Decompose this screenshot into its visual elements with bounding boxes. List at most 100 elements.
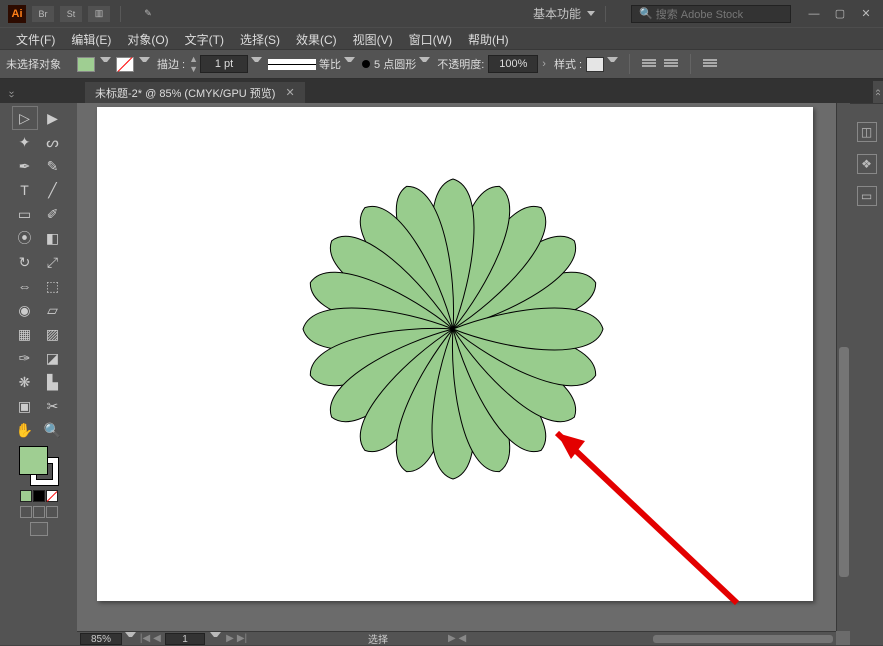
artboard-number-input[interactable]: 1 (165, 633, 205, 645)
cloud-sync-icon[interactable]: ✎ (137, 6, 159, 22)
align-icon[interactable] (642, 59, 656, 70)
profile-dropdown[interactable] (419, 57, 430, 71)
transform-icon[interactable] (664, 59, 678, 70)
minimize-button[interactable]: — (801, 5, 827, 23)
maximize-button[interactable]: ▢ (827, 5, 853, 23)
pen-tool[interactable]: ✒ (12, 154, 38, 178)
fill-swatch[interactable] (77, 57, 95, 72)
first-artboard-button[interactable]: |◀ (139, 633, 151, 644)
free-transform-tool[interactable]: ⬚ (40, 274, 66, 298)
eraser-tool[interactable]: ◧ (40, 226, 66, 250)
opacity-input[interactable]: 100% (488, 55, 538, 73)
menu-help[interactable]: 帮助(H) (460, 30, 517, 49)
last-artboard-button[interactable]: ▶| (236, 633, 248, 644)
lasso-tool[interactable]: ᔕ (40, 130, 66, 154)
stock-icon[interactable]: St (60, 6, 82, 22)
next-artboard-button[interactable]: ▶ (224, 633, 236, 644)
curvature-tool[interactable]: ✎ (40, 154, 66, 178)
menu-window[interactable]: 窗口(W) (401, 30, 460, 49)
none-mode-icon[interactable] (46, 490, 58, 502)
selection-tool[interactable]: ▷ (12, 106, 38, 130)
stroke-weight-dropdown[interactable] (251, 57, 262, 71)
divider (629, 54, 630, 74)
search-input[interactable]: 🔍 搜索 Adobe Stock (631, 5, 791, 23)
workspace-switcher[interactable]: 基本功能 (533, 5, 595, 22)
menu-object[interactable]: 对象(O) (119, 30, 176, 49)
stroke-swatch[interactable] (116, 57, 134, 72)
menu-effect[interactable]: 效果(C) (288, 30, 345, 49)
width-tool[interactable]: ⇔ (12, 274, 38, 298)
menu-select[interactable]: 选择(S) (232, 30, 288, 49)
line-tool[interactable]: ╱ (40, 178, 66, 202)
artboard[interactable] (97, 107, 813, 601)
prev-artboard-button[interactable]: ◀ (151, 633, 163, 644)
stroke-weight-input[interactable]: 1 pt (200, 55, 248, 73)
mesh-tool[interactable]: ▦ (12, 322, 38, 346)
direct-selection-tool[interactable]: ▶ (40, 106, 66, 130)
arrange-icon[interactable]: ▥ (88, 6, 110, 22)
blend-tool[interactable]: ◪ (40, 346, 66, 370)
menu-file[interactable]: 文件(F) (8, 30, 63, 49)
hand-tool[interactable]: ✋ (12, 418, 38, 442)
layers-panel-icon[interactable]: ❖ (857, 154, 877, 174)
selection-status: 未选择对象 (6, 56, 61, 72)
opacity-link-icon[interactable]: › (542, 58, 546, 70)
gradient-mode-icon[interactable] (33, 490, 45, 502)
slice-tool[interactable]: ✂ (40, 394, 66, 418)
artboard-dropdown[interactable] (210, 632, 221, 646)
zoom-tool[interactable]: 🔍 (40, 418, 66, 442)
menu-view[interactable]: 视图(V) (345, 30, 401, 49)
magic-wand-tool[interactable]: ✦ (12, 130, 38, 154)
stroke-dropdown[interactable] (139, 57, 150, 71)
shaper-tool[interactable]: ⦿ (12, 226, 38, 250)
shape-builder-tool[interactable]: ◉ (12, 298, 38, 322)
menu-type[interactable]: 文字(T) (177, 30, 232, 49)
status-nav-icon[interactable]: ▶ ◀ (448, 633, 466, 644)
graphic-style-swatch[interactable] (586, 57, 604, 72)
scrollbar-thumb[interactable] (653, 635, 833, 643)
panel-collapse-icon[interactable]: ‹‹ (873, 81, 883, 103)
gradient-tool[interactable]: ▨ (40, 322, 66, 346)
menu-edit[interactable]: 编辑(E) (63, 30, 119, 49)
graph-tool[interactable]: ▙ (40, 370, 66, 394)
profile-dot-icon (362, 60, 370, 68)
scale-tool[interactable]: ⤢ (40, 250, 66, 274)
rectangle-tool[interactable]: ▭ (12, 202, 38, 226)
stroke-preview[interactable] (268, 59, 316, 70)
perspective-tool[interactable]: ▱ (40, 298, 66, 322)
symbol-sprayer-tool[interactable]: ❋ (12, 370, 38, 394)
stroke-style-dropdown[interactable] (344, 57, 355, 71)
bridge-icon[interactable]: Br (32, 6, 54, 22)
title-bar: Ai Br St ▥ ✎ 基本功能 🔍 搜索 Adobe Stock — ▢ ✕ (0, 0, 883, 27)
rotate-tool[interactable]: ↻ (12, 250, 38, 274)
eyedropper-tool[interactable]: ✑ (12, 346, 38, 370)
document-tab[interactable]: 未标题-2* @ 85% (CMYK/GPU 预览) ✕ (85, 82, 305, 103)
fill-dropdown[interactable] (100, 57, 111, 71)
fill-stroke-control[interactable] (19, 446, 59, 486)
libraries-panel-icon[interactable]: ▭ (857, 186, 877, 206)
screen-mode-icon[interactable] (30, 522, 48, 536)
fill-box[interactable] (19, 446, 48, 475)
color-mode-icon[interactable] (20, 490, 32, 502)
annotation-arrow (537, 423, 757, 623)
scrollbar-thumb[interactable] (839, 347, 849, 577)
zoom-input[interactable]: 85% (80, 633, 122, 645)
draw-behind-icon[interactable] (33, 506, 45, 518)
artboard-tool[interactable]: ▣ (12, 394, 38, 418)
stroke-stepper[interactable]: ▲▼ (189, 54, 198, 74)
tab-close-button[interactable]: ✕ (285, 86, 294, 99)
paintbrush-tool[interactable]: ✐ (40, 202, 66, 226)
properties-panel-icon[interactable]: ◫ (857, 122, 877, 142)
draw-normal-icon[interactable] (20, 506, 32, 518)
draw-inside-icon[interactable] (46, 506, 58, 518)
type-tool[interactable]: T (12, 178, 38, 202)
canvas[interactable]: 85% |◀ ◀ 1 ▶ ▶| 选择 ▶ ◀ (77, 103, 850, 645)
zoom-dropdown[interactable] (125, 632, 136, 646)
style-dropdown[interactable] (607, 57, 618, 71)
tools-collapse-icon[interactable]: ›› (6, 91, 17, 98)
search-icon: 🔍 (639, 7, 653, 20)
close-button[interactable]: ✕ (853, 5, 879, 23)
workspace-label: 基本功能 (533, 5, 581, 22)
panel-menu-icon[interactable] (703, 59, 717, 70)
vertical-scrollbar[interactable] (836, 103, 850, 631)
